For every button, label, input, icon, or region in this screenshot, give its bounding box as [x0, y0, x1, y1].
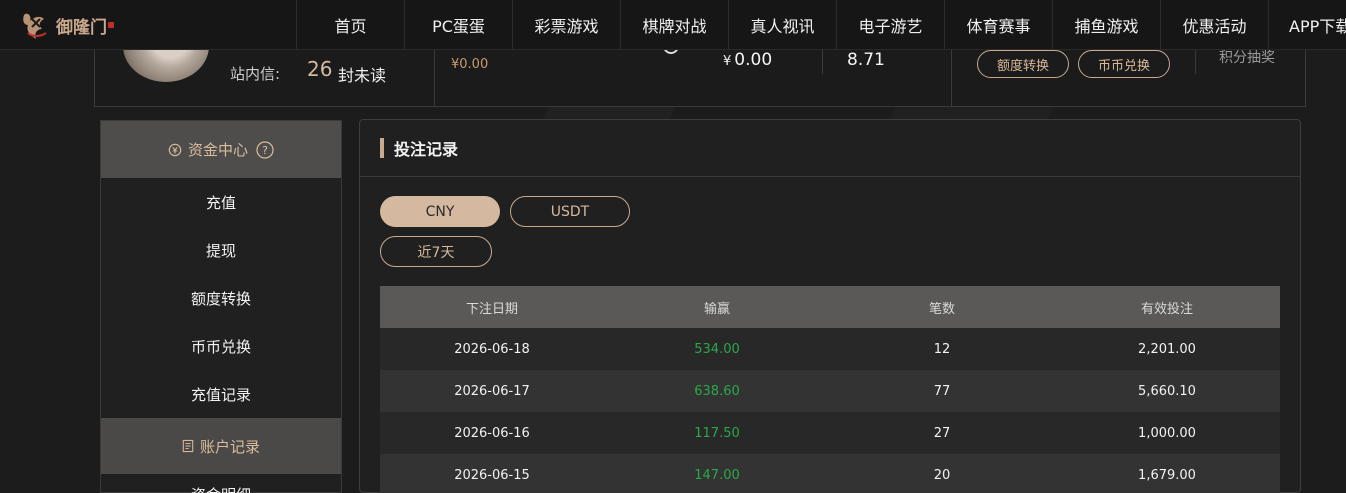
cell-date: 2026-06-17: [454, 383, 530, 399]
nav-lottery[interactable]: 彩票游戏: [512, 0, 620, 50]
profile-summary: 站内信: 26 封未读 ¥0.00 ¥0.00 8.71 额度转换 币币兑换 积…: [94, 10, 1306, 107]
table-header: 下注日期 输赢 笔数 有效投注: [380, 286, 1280, 328]
funds-center-label: 资金中心: [187, 141, 248, 159]
nav-app-download[interactable]: APP下载: [1268, 0, 1346, 50]
col-winloss: 输赢: [703, 301, 730, 317]
cell-valid-bet: 1,679.00: [1138, 467, 1196, 483]
cell-winloss: 638.60: [694, 383, 740, 399]
mail-label: 站内信:: [230, 65, 281, 83]
document-icon: [182, 439, 194, 453]
sidebar-item-exchange[interactable]: 币币兑换: [101, 322, 341, 370]
bet-records-panel: 投注记录 CNY USDT 近7天 下注日期 输赢 笔数 有效投注 2026-0…: [359, 119, 1301, 493]
panel-header: 投注记录: [360, 120, 1300, 177]
sidebar-item-deposit-records[interactable]: 充值记录: [101, 370, 341, 418]
table-row: 2026-06-17 638.60 77 5,660.10: [380, 370, 1280, 412]
cell-winloss: 147.00: [694, 467, 740, 483]
main-nav: 首页 PC蛋蛋 彩票游戏 棋牌对战 真人视讯 电子游艺 体育赛事 捕鱼游戏 优惠…: [296, 0, 1346, 50]
col-date: 下注日期: [465, 301, 518, 317]
nav-slots[interactable]: 电子游艺: [836, 0, 944, 50]
cell-valid-bet: 5,660.10: [1138, 383, 1196, 399]
table-row: 2026-06-16 117.50 27 1,000.00: [380, 412, 1280, 454]
sidebar-item-transfer[interactable]: 额度转换: [101, 274, 341, 322]
main-balance: ¥0.00: [723, 50, 772, 70]
nav-fishing[interactable]: 捕鱼游戏: [1052, 0, 1160, 50]
divider: [1195, 50, 1196, 74]
account-records-label: 账户记录: [199, 437, 260, 456]
secondary-balance: 8.71: [847, 50, 885, 70]
col-valid-bet: 有效投注: [1140, 301, 1193, 317]
currency-symbol: ¥: [723, 54, 732, 69]
brand-seal: [108, 22, 114, 28]
site-logo[interactable]: 御隆门: [18, 6, 118, 44]
coin-icon: [168, 143, 182, 156]
cell-count: 20: [933, 467, 951, 483]
sidebar-item-withdraw[interactable]: 提现: [101, 226, 341, 274]
cell-date: 2026-06-16: [454, 425, 530, 441]
mail-count[interactable]: 26: [307, 57, 332, 81]
top-navbar: 御隆门 首页 PC蛋蛋 彩票游戏 棋牌对战 真人视讯 电子游艺 体育赛事 捕鱼游…: [0, 0, 1346, 50]
bet-records-table: 下注日期 输赢 笔数 有效投注 2026-06-18 534.00 12 2,2…: [380, 286, 1280, 493]
dragon-logo-icon: [23, 13, 47, 39]
main-balance-value: 0.00: [734, 50, 773, 70]
cell-count: 77: [933, 383, 951, 399]
wallet-balance: ¥0.00: [451, 57, 489, 72]
exchange-button[interactable]: 币币兑换: [1078, 50, 1170, 78]
page-title: 投注记录: [394, 140, 459, 159]
col-count: 笔数: [928, 301, 955, 317]
nav-chess-cards[interactable]: 棋牌对战: [620, 0, 728, 50]
points-lottery-link[interactable]: 积分抽奖: [1219, 47, 1275, 67]
cell-valid-bet: 2,201.00: [1138, 341, 1196, 357]
cell-winloss: 534.00: [694, 341, 740, 357]
tab-usdt[interactable]: USDT: [510, 196, 630, 227]
transfer-button[interactable]: 额度转换: [977, 50, 1069, 78]
tab-cny[interactable]: CNY: [380, 196, 500, 227]
svg-text:?: ?: [262, 144, 268, 157]
cell-count: 27: [933, 425, 951, 441]
sidebar-item-fund-details[interactable]: 资金明细: [101, 474, 341, 493]
cell-date: 2026-06-15: [454, 467, 530, 483]
nav-home[interactable]: 首页: [296, 0, 404, 50]
divider: [822, 50, 823, 74]
cell-winloss: 117.50: [694, 425, 740, 441]
sidebar-item-deposit[interactable]: 充值: [101, 178, 341, 226]
account-sidebar: 资金中心 ? 充值 提现 额度转换 币币兑换 充值记录 账户记录 资金明细: [100, 120, 342, 493]
nav-promotions[interactable]: 优惠活动: [1160, 0, 1268, 50]
cell-valid-bet: 1,000.00: [1138, 425, 1196, 441]
help-icon[interactable]: ?: [256, 140, 274, 159]
account-records-header[interactable]: 账户记录: [101, 418, 341, 474]
nav-live-casino[interactable]: 真人视讯: [728, 0, 836, 50]
cell-date: 2026-06-18: [454, 341, 530, 357]
nav-sports[interactable]: 体育赛事: [944, 0, 1052, 50]
funds-center-header[interactable]: 资金中心 ?: [101, 121, 341, 178]
table-row: 2026-06-15 147.00 20 1,679.00: [380, 454, 1280, 493]
divider: [434, 50, 435, 107]
mail-unread-label: 封未读: [338, 66, 387, 85]
nav-pc-egg[interactable]: PC蛋蛋: [404, 0, 512, 50]
divider: [951, 50, 952, 107]
cell-count: 12: [933, 341, 951, 357]
title-accent-bar: [380, 138, 384, 158]
table-row: 2026-06-18 534.00 12 2,201.00: [380, 328, 1280, 370]
brand-name: 御隆门: [56, 17, 107, 38]
date-range-filter[interactable]: 近7天: [380, 236, 492, 267]
